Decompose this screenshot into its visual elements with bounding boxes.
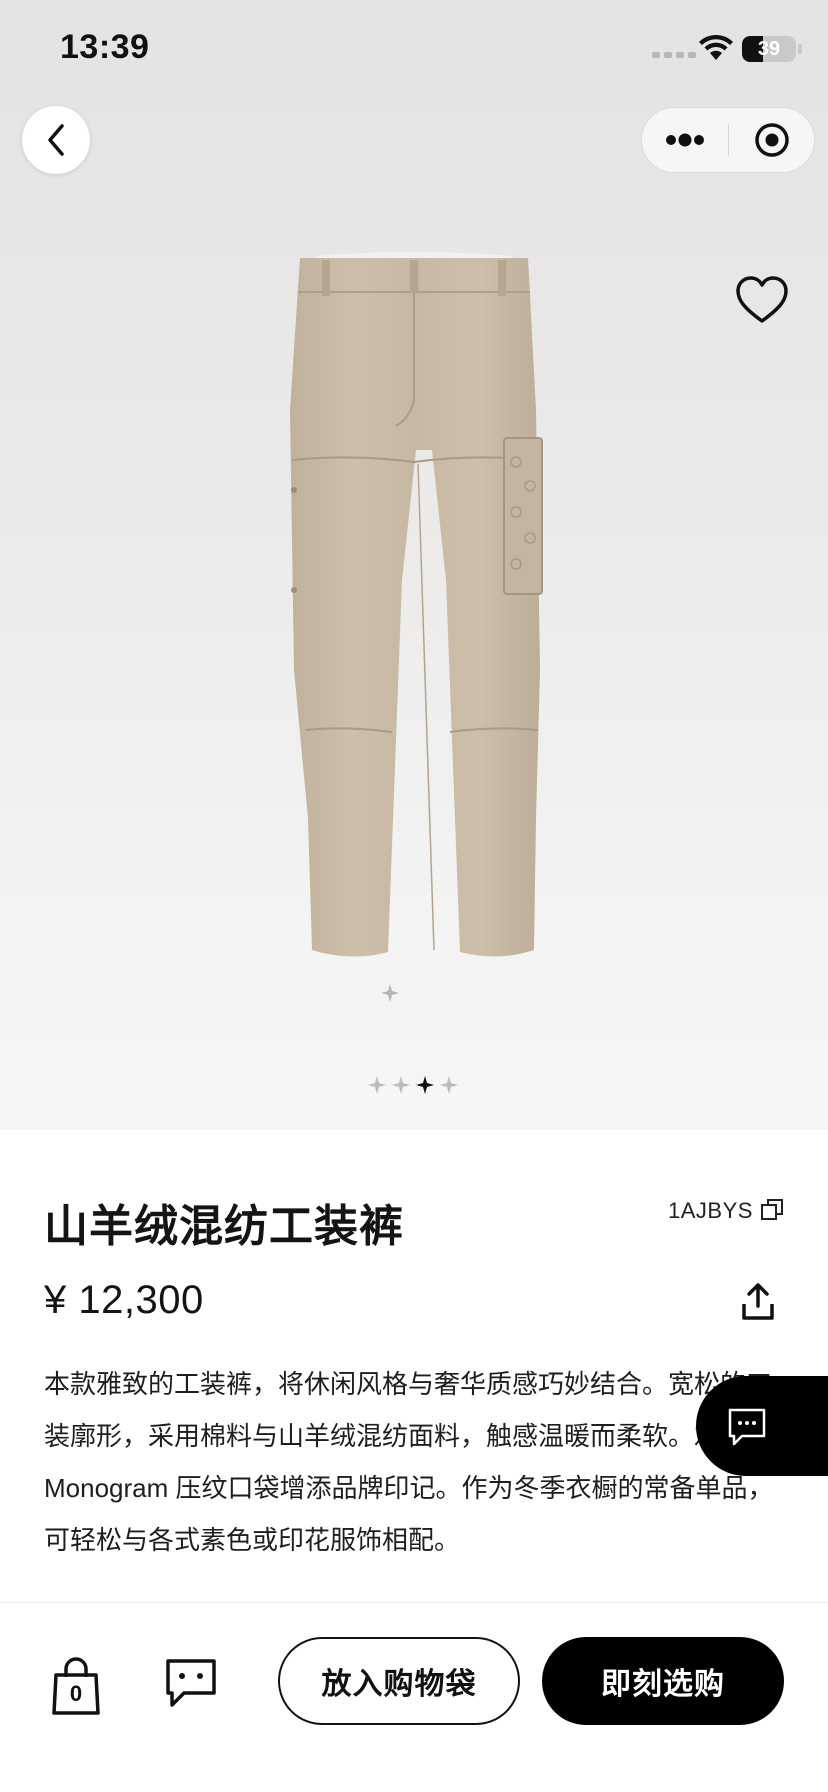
buy-now-button[interactable]: 即刻选购 [542, 1637, 784, 1725]
product-image [290, 252, 543, 957]
share-icon[interactable] [740, 1282, 776, 1322]
product-description: 本款雅致的工装裤，将休闲风格与奢华质感巧妙结合。宽松的工装廓形，采用棉料与山羊绒… [44, 1369, 774, 1555]
close-mini-program-button[interactable] [729, 108, 814, 172]
mini-program-capsule [642, 108, 814, 172]
add-to-bag-button[interactable]: 放入购物袋 [278, 1637, 520, 1725]
carousel-dot[interactable] [440, 1076, 458, 1094]
sparkle-icon [381, 984, 399, 1002]
bottom-action-bar: 0 放入购物袋 即刻选购 [0, 1602, 828, 1792]
product-sku: 1AJBYS [668, 1198, 753, 1223]
target-circle-icon [754, 123, 789, 157]
bag-count: 0 [69, 1681, 83, 1706]
chat-button[interactable] [696, 1376, 828, 1476]
battery-icon: 39 [742, 36, 796, 62]
product-title: 山羊绒混纺工装裤 [44, 1202, 404, 1251]
status-time: 13:39 [60, 28, 150, 66]
battery-cap [798, 44, 802, 54]
status-bar: 13:39 39 [0, 0, 828, 100]
carousel-indicator[interactable] [368, 1076, 458, 1094]
product-hero[interactable]: 13:39 39 [0, 0, 828, 1130]
contact-button[interactable] [164, 1657, 218, 1709]
chat-bubble-icon [728, 1408, 766, 1446]
product-detail-page: 13:39 39 山羊绒混纺工装裤 1AJBYS ¥ 12,300 本款雅致的工… [0, 0, 828, 1792]
copy-icon[interactable] [760, 1198, 784, 1222]
back-button[interactable] [22, 106, 90, 174]
chat-bubble-icon [166, 1659, 216, 1707]
chevron-left-icon [48, 124, 64, 156]
carousel-dot[interactable] [392, 1076, 410, 1094]
shopping-bag-button[interactable]: 0 [50, 1655, 102, 1717]
more-dots-icon [666, 133, 704, 147]
heart-outline-icon[interactable] [734, 274, 790, 326]
carousel-dot-active[interactable] [416, 1076, 434, 1094]
carousel-dot[interactable] [368, 1076, 386, 1094]
wifi-icon [699, 34, 733, 60]
battery-level: 39 [757, 38, 781, 60]
product-price: ¥ 12,300 [44, 1278, 204, 1322]
cellular-signal-icon [652, 52, 696, 58]
more-button[interactable] [642, 108, 728, 172]
